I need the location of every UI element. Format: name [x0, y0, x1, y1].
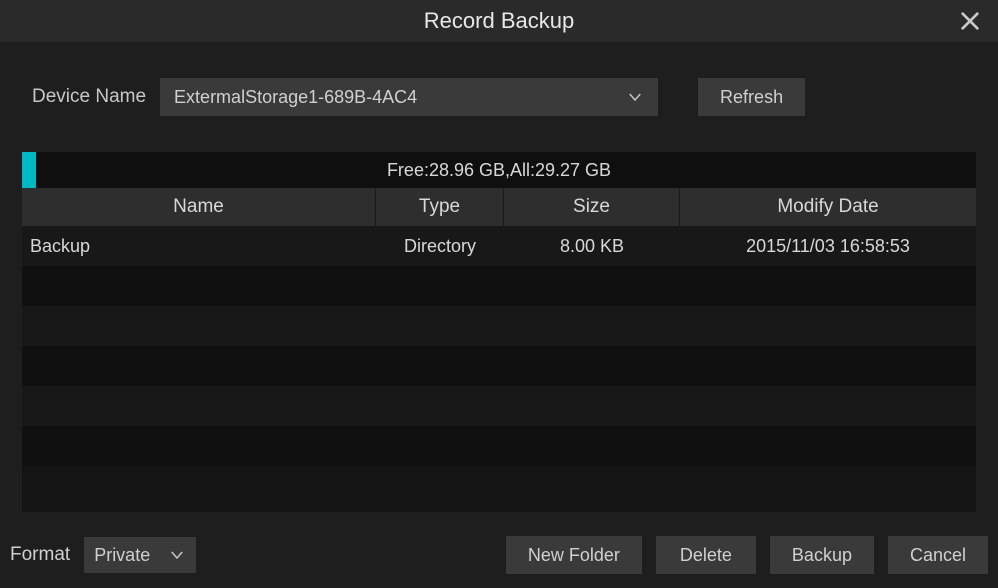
cell-modify — [680, 306, 976, 346]
table-row — [22, 346, 976, 386]
chevron-down-icon — [626, 88, 644, 106]
format-value: Private — [94, 545, 150, 566]
device-row: Device Name ExtermalStorage1-689B-4AC4 R… — [22, 78, 976, 116]
format-label: Format — [10, 544, 70, 566]
dialog-content: Device Name ExtermalStorage1-689B-4AC4 R… — [0, 42, 998, 522]
cell-name: Backup — [22, 226, 376, 266]
record-backup-dialog: Record Backup Device Name ExtermalStorag… — [0, 0, 998, 588]
cell-name — [22, 346, 376, 386]
device-name-value: ExtermalStorage1-689B-4AC4 — [174, 87, 417, 108]
cell-name — [22, 386, 376, 426]
cell-size: 8.00 KB — [504, 226, 680, 266]
cancel-button[interactable]: Cancel — [888, 536, 988, 574]
column-header-name[interactable]: Name — [22, 188, 376, 226]
dialog-footer: Format Private New Folder Delete Backup … — [0, 522, 998, 588]
cell-type — [376, 386, 504, 426]
cell-modify: 2015/11/03 16:58:53 — [680, 226, 976, 266]
cell-size — [504, 306, 680, 346]
storage-bar: Free:28.96 GB,All:29.27 GB — [22, 152, 976, 188]
refresh-button[interactable]: Refresh — [698, 78, 805, 116]
cell-modify — [680, 346, 976, 386]
cell-name — [22, 266, 376, 306]
cell-modify — [680, 426, 976, 466]
close-icon — [959, 10, 981, 32]
cell-type: Directory — [376, 226, 504, 266]
table-row — [22, 306, 976, 346]
format-select[interactable]: Private — [84, 537, 196, 573]
device-name-select[interactable]: ExtermalStorage1-689B-4AC4 — [160, 78, 658, 116]
chevron-down-icon — [168, 546, 186, 564]
storage-bar-used — [22, 152, 36, 188]
new-folder-button[interactable]: New Folder — [506, 536, 642, 574]
table-row — [22, 266, 976, 306]
backup-button[interactable]: Backup — [770, 536, 874, 574]
close-button[interactable] — [956, 7, 984, 35]
cell-type — [376, 426, 504, 466]
cell-modify — [680, 386, 976, 426]
cell-size — [504, 426, 680, 466]
cell-size — [504, 266, 680, 306]
titlebar: Record Backup — [0, 0, 998, 42]
dialog-title: Record Backup — [424, 8, 574, 34]
cell-type — [376, 306, 504, 346]
table-row[interactable]: BackupDirectory8.00 KB2015/11/03 16:58:5… — [22, 226, 976, 266]
table-row — [22, 386, 976, 426]
cell-type — [376, 266, 504, 306]
table-header-row: Name Type Size Modify Date — [22, 188, 976, 226]
device-name-label: Device Name — [32, 86, 146, 108]
cell-name — [22, 426, 376, 466]
cell-size — [504, 346, 680, 386]
cell-size — [504, 386, 680, 426]
table-body: BackupDirectory8.00 KB2015/11/03 16:58:5… — [22, 226, 976, 512]
column-header-size[interactable]: Size — [504, 188, 680, 226]
file-table: Name Type Size Modify Date BackupDirecto… — [22, 188, 976, 512]
column-header-modify[interactable]: Modify Date — [680, 188, 976, 226]
storage-bar-text: Free:28.96 GB,All:29.27 GB — [387, 160, 611, 181]
cell-name — [22, 306, 376, 346]
column-header-type[interactable]: Type — [376, 188, 504, 226]
table-row — [22, 426, 976, 466]
cell-modify — [680, 266, 976, 306]
cell-type — [376, 346, 504, 386]
delete-button[interactable]: Delete — [656, 536, 756, 574]
